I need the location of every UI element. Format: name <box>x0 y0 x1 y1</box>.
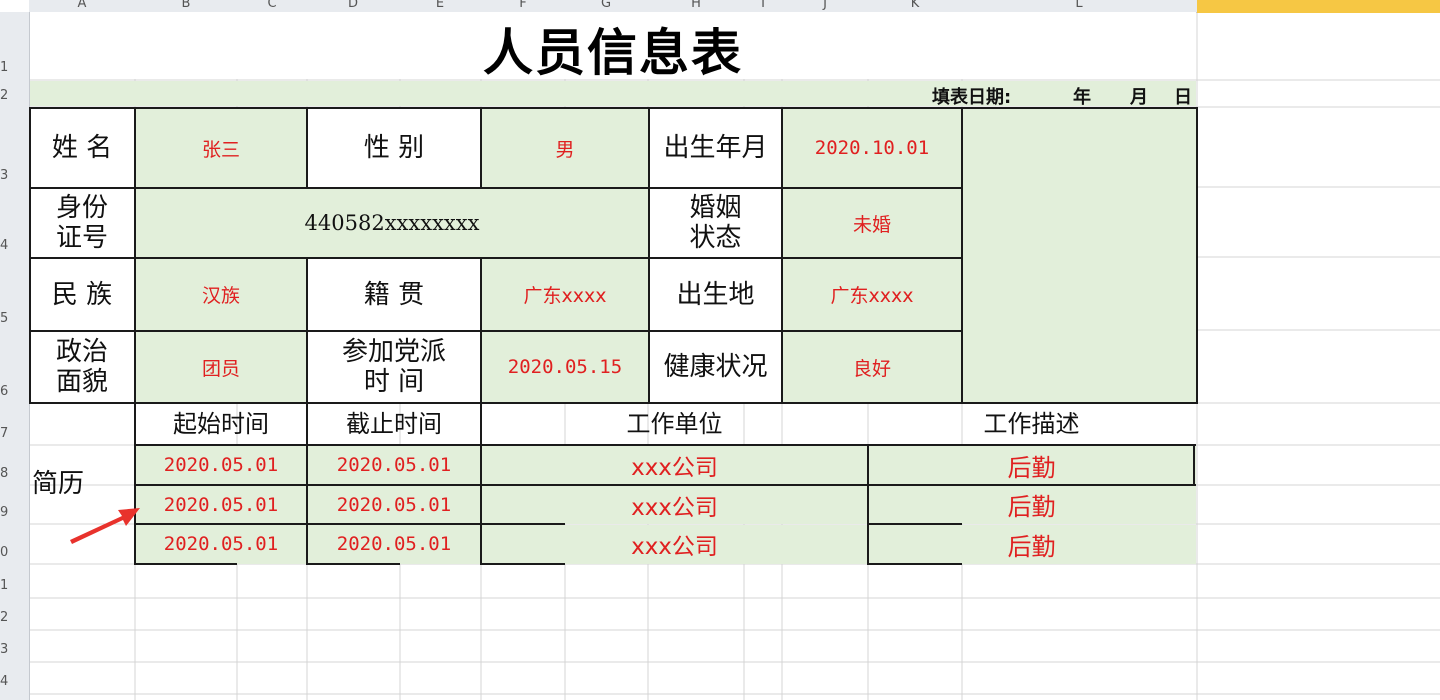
health-value[interactable]: 良好 <box>783 332 961 402</box>
row-header-1[interactable]: 1 <box>0 60 8 75</box>
resume-header-end: 截止时间 <box>346 410 442 438</box>
form-title[interactable]: 人员信息表 <box>30 18 1196 82</box>
fill-date-day: 日 <box>1174 87 1192 108</box>
name-value[interactable]: 张三 <box>136 109 306 187</box>
marital-label: 婚姻 状态 <box>650 189 781 257</box>
id-value[interactable]: 440582xxxxxxxx <box>136 189 648 257</box>
border <box>1196 107 1198 404</box>
political-label: 政治 面貌 <box>30 332 134 402</box>
row-header-11[interactable]: 1 <box>0 578 8 593</box>
border <box>868 563 962 565</box>
resume-desc-cell[interactable]: 后勤 <box>869 486 1194 523</box>
border <box>481 563 565 565</box>
border <box>961 107 963 403</box>
column-header-K[interactable]: K <box>911 0 920 11</box>
resume-end-cell[interactable]: 2020.05.01 <box>308 446 480 484</box>
political-label-line2: 面貌 <box>55 367 108 397</box>
annotation-arrow-icon <box>70 508 140 544</box>
column-header-F[interactable]: F <box>519 0 526 11</box>
name-label: 姓 名 <box>51 133 113 163</box>
row-header-3[interactable]: 3 <box>0 168 8 183</box>
row-header-14[interactable]: 4 <box>0 674 8 689</box>
border <box>307 563 400 565</box>
gender-value[interactable]: 男 <box>482 109 648 187</box>
row-header-9[interactable]: 9 <box>0 505 8 520</box>
column-header-L[interactable]: L <box>1075 0 1082 11</box>
resume-unit-cell[interactable]: xxx公司 <box>482 525 867 563</box>
political-label-line1: 政治 <box>55 337 108 367</box>
resume-unit-cell[interactable]: xxx公司 <box>482 486 867 523</box>
resume-unit-cell[interactable]: xxx公司 <box>482 446 867 484</box>
column-header-H[interactable]: H <box>691 0 701 11</box>
party-value[interactable]: 2020.05.15 <box>482 332 648 402</box>
party-label-line1: 参加党派 <box>341 337 446 367</box>
column-header-D[interactable]: D <box>348 0 358 11</box>
row-header-5[interactable]: 5 <box>0 311 8 326</box>
resume-start-cell[interactable]: 2020.05.01 <box>136 446 306 484</box>
column-header-A[interactable]: A <box>78 0 87 11</box>
row-header-7[interactable]: 7 <box>0 426 8 441</box>
column-header-G[interactable]: G <box>601 0 611 11</box>
column-header-C[interactable]: C <box>267 0 276 11</box>
column-header-E[interactable]: E <box>436 0 444 11</box>
row-header-4[interactable]: 4 <box>0 238 8 253</box>
row-header-2[interactable]: 2 <box>0 88 8 103</box>
row-header-bar <box>0 12 30 700</box>
resume-start-cell[interactable]: 2020.05.01 <box>136 486 306 523</box>
column-header-I[interactable]: I <box>761 0 765 11</box>
id-label-line2: 证号 <box>55 223 108 253</box>
party-label-line2: 时 间 <box>363 367 425 397</box>
political-value[interactable]: 团员 <box>136 332 306 402</box>
fill-date-month: 月 <box>1130 87 1148 108</box>
column-header-B[interactable]: B <box>182 0 191 11</box>
resume-end-cell[interactable]: 2020.05.01 <box>308 525 480 563</box>
fill-date-label[interactable]: 填表日期: <box>932 83 1011 109</box>
ethnic-label: 民 族 <box>51 279 113 310</box>
row-header-10[interactable]: 0 <box>0 545 8 560</box>
native-value[interactable]: 广东xxxx <box>482 259 648 330</box>
birthplace-value[interactable]: 广东xxxx <box>783 259 961 330</box>
marital-label-line1: 婚姻 <box>689 193 742 223</box>
resume-header-desc: 工作描述 <box>983 410 1080 438</box>
date-row-bg <box>30 81 1196 106</box>
resume-desc-cell[interactable]: 后勤 <box>869 525 1194 563</box>
resume-end-cell[interactable]: 2020.05.01 <box>308 486 480 523</box>
resume-desc-cell[interactable]: 后勤 <box>869 446 1194 484</box>
resume-header-unit: 工作单位 <box>626 410 723 438</box>
id-label: 身份 证号 <box>30 189 134 257</box>
marital-value[interactable]: 未婚 <box>783 189 961 257</box>
resume-header-start: 起始时间 <box>173 410 269 438</box>
resume-start-cell[interactable]: 2020.05.01 <box>136 525 306 563</box>
native-label: 籍 贯 <box>363 279 425 310</box>
photo-area[interactable] <box>962 108 1196 403</box>
row-header-8[interactable]: 8 <box>0 466 8 481</box>
row-header-6[interactable]: 6 <box>0 384 8 399</box>
border <box>135 563 237 565</box>
ethnic-value[interactable]: 汉族 <box>136 259 306 330</box>
id-label-line1: 身份 <box>55 193 108 223</box>
birth-label: 出生年月 <box>663 133 768 163</box>
health-label: 健康状况 <box>663 352 768 382</box>
party-label: 参加党派 时 间 <box>308 332 480 402</box>
gender-label: 性 别 <box>363 133 425 163</box>
row-header-13[interactable]: 3 <box>0 642 8 657</box>
fill-date-year: 年 <box>1073 87 1091 108</box>
column-header-J[interactable]: J <box>823 0 827 11</box>
birth-value[interactable]: 2020.10.01 <box>783 109 961 187</box>
selected-column-header[interactable] <box>1197 0 1440 13</box>
marital-label-line2: 状态 <box>689 223 742 253</box>
row-header-12[interactable]: 2 <box>0 610 8 625</box>
birthplace-label: 出生地 <box>676 279 755 310</box>
